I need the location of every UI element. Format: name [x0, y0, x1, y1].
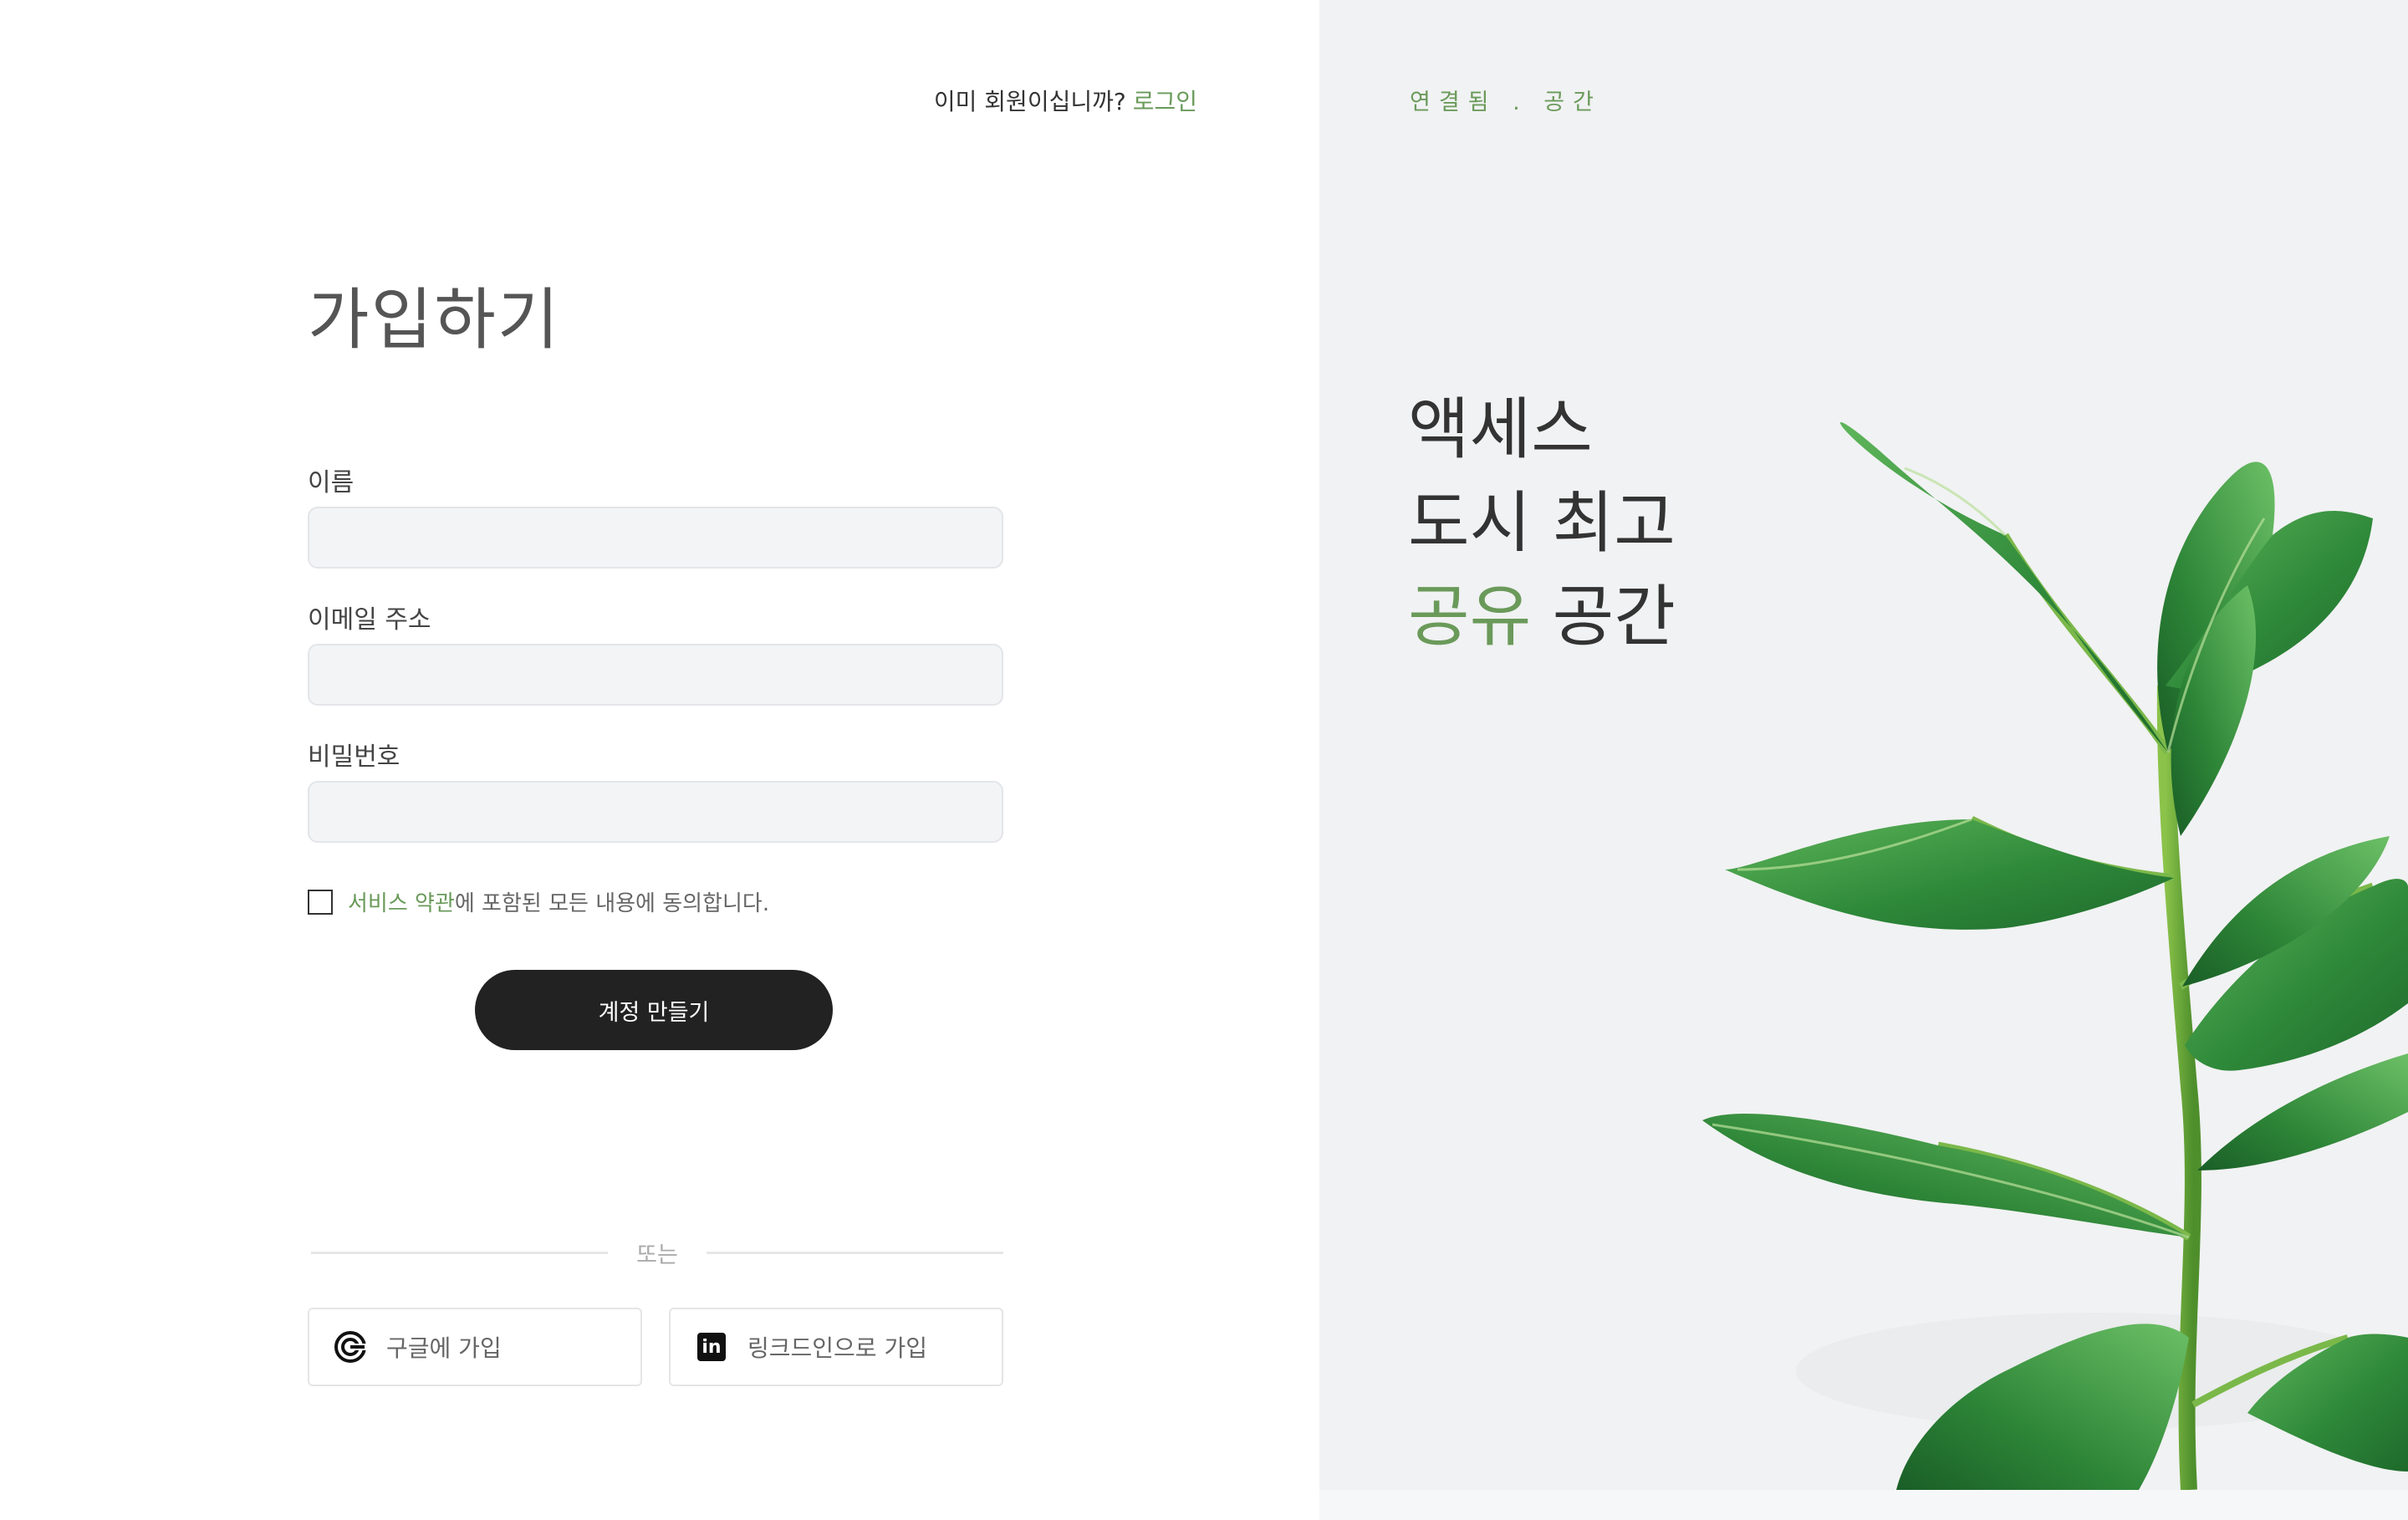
terms-checkbox[interactable]: [308, 889, 333, 915]
hero-panel: 연결됨 . 공간 액세스 도시 최고 공유 공간: [1319, 0, 2408, 1520]
plant-image: [1702, 422, 2408, 1490]
signup-panel: 이미 회원이십니까? 로그인 가입하기 이름 이메일 주소 비밀번호 서비스 약관…: [0, 0, 1319, 1520]
password-label: 비밀번호: [308, 742, 400, 772]
terms-agreement: 서비스 약관 에 포함된 모든 내용에 동의합니다.: [308, 886, 769, 917]
email-label: 이메일 주소: [308, 605, 431, 635]
page-title: 가입하기: [308, 281, 561, 359]
already-member-text: 이미 회원이십니까?: [933, 88, 1126, 115]
create-account-button[interactable]: 계정 만들기: [475, 970, 833, 1050]
password-input[interactable]: [308, 781, 1003, 843]
terms-link[interactable]: 서비스 약관: [348, 886, 455, 917]
or-divider: 또는: [311, 1237, 1003, 1268]
name-label: 이름: [308, 468, 355, 497]
divider-line-left: [311, 1251, 609, 1254]
google-icon: [333, 1329, 368, 1364]
linkedin-signup-label: 링크드인으로 가입: [747, 1334, 927, 1362]
bottom-strip: [1319, 1490, 2408, 1520]
google-signup-button[interactable]: 구글에 가입: [308, 1308, 642, 1386]
terms-text: 에 포함된 모든 내용에 동의합니다.: [454, 891, 770, 916]
email-input[interactable]: [308, 644, 1003, 706]
linkedin-signup-button[interactable]: in 링크드인으로 가입: [669, 1308, 1003, 1386]
login-link[interactable]: 로그인: [1133, 88, 1197, 115]
linkedin-icon: in: [694, 1329, 729, 1364]
name-input[interactable]: [308, 507, 1003, 569]
already-member: 이미 회원이십니까? 로그인: [934, 84, 1197, 117]
divider-line-right: [706, 1251, 1003, 1254]
or-label: 또는: [636, 1242, 678, 1268]
google-signup-label: 구글에 가입: [386, 1334, 502, 1362]
